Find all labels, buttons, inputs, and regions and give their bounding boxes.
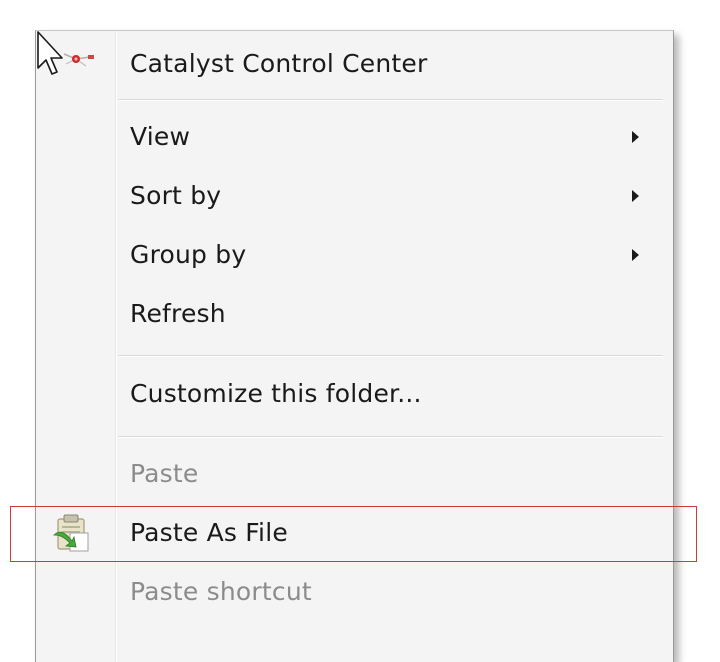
submenu-arrow-icon <box>632 190 639 202</box>
menu-item-sort-by[interactable]: Sort by <box>36 171 673 221</box>
submenu-arrow-icon <box>632 249 639 261</box>
menu-item-label: Paste shortcut <box>130 577 312 606</box>
context-menu: Catalyst Control Center View Sort by Gro… <box>35 30 674 662</box>
menu-item-paste[interactable]: Paste <box>36 449 673 499</box>
menu-item-label: Sort by <box>130 181 222 210</box>
menu-item-refresh[interactable]: Refresh <box>36 289 673 339</box>
menu-item-group-by[interactable]: Group by <box>36 230 673 280</box>
menu-item-label: Refresh <box>130 299 226 328</box>
menu-separator <box>118 99 663 101</box>
highlight-annotation-box <box>10 506 697 562</box>
menu-item-view[interactable]: View <box>36 112 673 162</box>
menu-item-label: View <box>130 122 191 151</box>
menu-item-catalyst-control-center[interactable]: Catalyst Control Center <box>36 39 673 89</box>
menu-item-customize-this-folder[interactable]: Customize this folder... <box>36 369 673 419</box>
menu-item-label: Customize this folder... <box>130 379 422 408</box>
menu-item-paste-shortcut[interactable]: Paste shortcut <box>36 567 673 617</box>
menu-item-label: Catalyst Control Center <box>130 49 428 78</box>
menu-item-label: Group by <box>130 240 247 269</box>
submenu-arrow-icon <box>632 131 639 143</box>
menu-separator <box>118 355 663 357</box>
mouse-pointer-icon <box>37 31 63 75</box>
menu-item-label: Paste <box>130 459 199 488</box>
menu-separator <box>118 436 663 438</box>
